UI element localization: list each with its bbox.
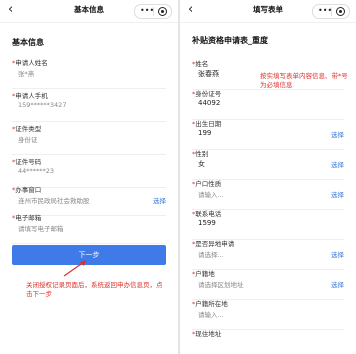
field-value: 请选择... [198, 251, 224, 259]
left-annotation: 关闭授权记录页面后，系统返回申办信息页，点击下一步 [26, 281, 163, 298]
field-label: *申请人姓名 [12, 59, 48, 67]
section-title: 基本信息 [12, 38, 44, 47]
annotation-arrow [63, 260, 86, 277]
field-label: *联系电话 [192, 210, 222, 218]
field-value: 身份证 [18, 136, 38, 144]
capsule-divider [153, 7, 154, 16]
field-label: *电子邮箱 [12, 214, 42, 222]
field-value: 199 [198, 129, 212, 137]
email-field[interactable]: *电子邮箱 请填写电子邮箱 [12, 210, 166, 244]
choose-link[interactable]: 选择 [331, 159, 344, 169]
id-type-field[interactable]: *证件类型 身份证 [12, 121, 166, 155]
field-label: *出生日期 [192, 120, 222, 128]
field-label: *户籍所在地 [192, 300, 228, 308]
form-title: 补贴资格申请表_重度 [192, 36, 268, 45]
choose-link[interactable]: 选择 [153, 195, 166, 205]
remote-application-field[interactable]: *是否异地申请 请选择... 选择 [192, 236, 344, 270]
registration-address-field[interactable]: *户籍所在地 请输入... [192, 296, 344, 330]
field-value: 连州市民政局社会救助股 [18, 197, 90, 205]
navbar: ‹ 基本信息 ••• [0, 0, 178, 23]
capsule-divider [331, 7, 332, 16]
field-value: 159******3427 [18, 101, 67, 109]
field-label: *性别 [192, 150, 209, 158]
field-label: *户口性质 [192, 180, 222, 188]
mini-program-close-icon[interactable] [336, 7, 345, 16]
field-value: 44092 [198, 99, 221, 107]
field-value: 1599 [198, 219, 216, 227]
email-placeholder: 请填写电子邮箱 [18, 225, 64, 233]
gender-field[interactable]: *性别 女 选择 [192, 146, 344, 180]
field-label: *身份证号 [192, 90, 222, 98]
field-value: 张*燕 [18, 70, 35, 78]
capsule-menu: ••• [312, 4, 350, 19]
current-address-field[interactable]: *现住地址 [192, 326, 344, 354]
birth-date-field[interactable]: *出生日期 199 选择 [192, 116, 344, 150]
field-value: 请选择区划地址 [198, 281, 244, 289]
field-label: *是否异地申请 [192, 240, 235, 248]
choose-link[interactable]: 选择 [331, 189, 344, 199]
field-value: 请输入... [198, 191, 224, 199]
field-label: *证件号码 [12, 158, 42, 166]
field-label: *姓名 [192, 60, 209, 68]
basic-info-screen: ‹ 基本信息 ••• 基本信息 *申请人姓名 张*燕 *申请人手机 159***… [0, 0, 178, 354]
choose-link[interactable]: 选择 [331, 129, 344, 139]
applicant-phone-field[interactable]: *申请人手机 159******3427 [12, 88, 166, 122]
field-label: *证件类型 [12, 125, 42, 133]
field-value: 女 [198, 160, 205, 168]
id-number-field[interactable]: *身份证号 44092 [192, 86, 344, 120]
name-field[interactable]: *姓名 张春燕 [192, 56, 344, 90]
field-label: *申请人手机 [12, 92, 48, 100]
phone-field[interactable]: *联系电话 1599 [192, 206, 344, 240]
mini-program-close-icon[interactable] [158, 7, 167, 16]
field-value: 请输入... [198, 311, 224, 319]
field-label: *现住地址 [192, 330, 222, 338]
household-registration-field[interactable]: *户籍地 请选择区划地址 选择 [192, 266, 344, 300]
field-label: *户籍地 [192, 270, 215, 278]
capsule-menu: ••• [134, 4, 172, 19]
navbar: ‹ 填写表单 ••• [180, 0, 356, 23]
household-type-field[interactable]: *户口性质 请输入... 选择 [192, 176, 344, 210]
applicant-name-field[interactable]: *申请人姓名 张*燕 [12, 55, 166, 89]
choose-link[interactable]: 选择 [331, 249, 344, 259]
field-label: *办事窗口 [12, 186, 42, 194]
field-value: 张春燕 [198, 70, 219, 78]
choose-link[interactable]: 选择 [331, 279, 344, 289]
field-value: 44******23 [18, 167, 55, 175]
fill-form-screen: ‹ 填写表单 ••• 补贴资格申请表_重度 按实填写表单内容信息、带*号为必填信… [180, 0, 356, 354]
